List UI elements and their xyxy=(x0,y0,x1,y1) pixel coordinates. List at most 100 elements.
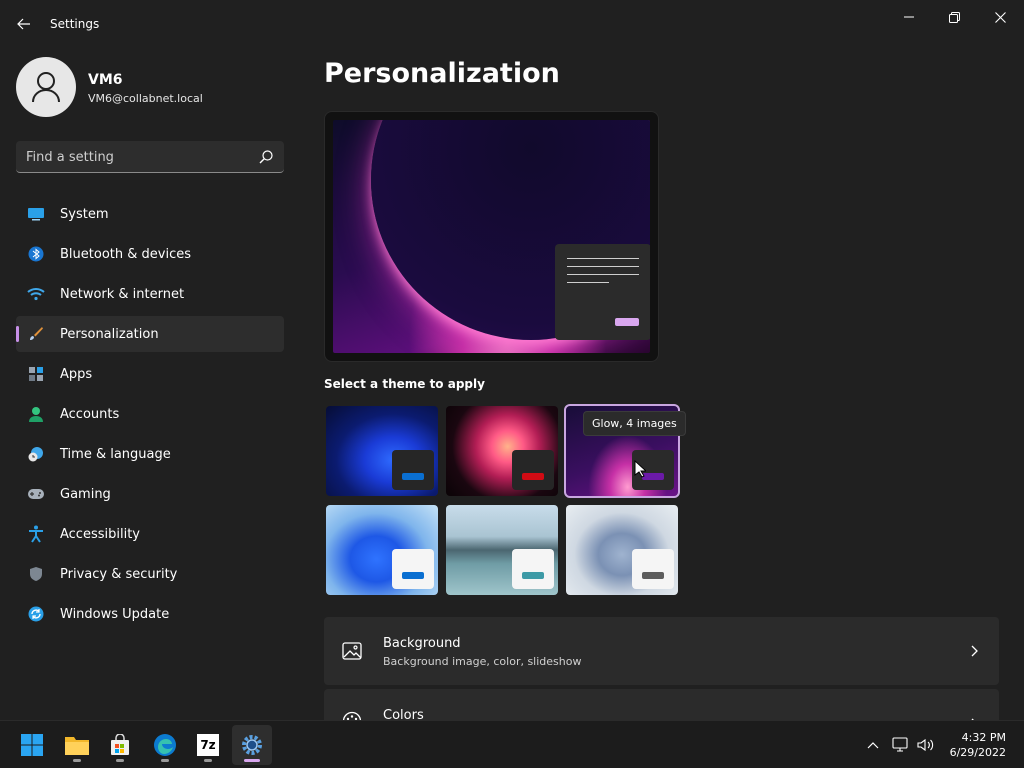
restore-button[interactable] xyxy=(938,8,970,26)
clock-date: 6/29/2022 xyxy=(949,746,1006,759)
accessibility-icon xyxy=(27,525,45,543)
show-hidden-icons-button[interactable] xyxy=(863,735,883,755)
sample-accent-button xyxy=(615,318,639,326)
sample-line xyxy=(567,258,639,259)
sidebar-nav: System Bluetooth & devices Network & int… xyxy=(16,196,284,636)
theme-flow[interactable] xyxy=(566,505,678,595)
running-indicator xyxy=(116,759,124,762)
close-button[interactable] xyxy=(984,8,1016,26)
gamepad-icon xyxy=(27,485,45,503)
theme-windows-light[interactable] xyxy=(326,505,438,595)
store-icon xyxy=(111,734,129,755)
theme-captured-motion[interactable] xyxy=(446,406,558,496)
close-icon xyxy=(994,11,1006,23)
search-box[interactable] xyxy=(16,141,284,173)
arrow-left-icon xyxy=(17,18,30,30)
theme-accent-bar xyxy=(522,572,544,579)
taskbar-7zip[interactable]: 7z xyxy=(188,725,228,765)
taskbar-edge[interactable] xyxy=(145,725,185,765)
system-icon xyxy=(27,205,45,223)
network-icon xyxy=(892,737,908,752)
title-bar: Settings xyxy=(0,0,1024,48)
7zip-label: 7z xyxy=(200,738,216,752)
sidebar-item-privacy[interactable]: Privacy & security xyxy=(16,556,284,592)
background-setting-row[interactable]: Background Background image, color, slid… xyxy=(324,617,999,685)
sidebar-item-label: System xyxy=(60,206,109,222)
sidebar-item-bluetooth[interactable]: Bluetooth & devices xyxy=(16,236,284,272)
sample-line xyxy=(567,282,609,283)
restore-icon xyxy=(948,11,960,23)
theme-accent-bar xyxy=(522,473,544,480)
sidebar-item-label: Accessibility xyxy=(60,526,140,542)
sample-line xyxy=(567,266,639,267)
page-title: Personalization xyxy=(324,58,560,89)
taskbar-store[interactable] xyxy=(100,725,140,765)
theme-accent-bar xyxy=(402,473,424,480)
theme-sunrise[interactable] xyxy=(446,505,558,595)
theme-window-sample xyxy=(632,549,674,589)
taskbar: 7z 4:32 PM 6/29/2022 xyxy=(0,720,1024,768)
person-icon xyxy=(32,72,60,103)
back-button[interactable] xyxy=(12,12,36,36)
network-status[interactable] xyxy=(891,735,911,755)
wallpaper-preview xyxy=(333,120,650,353)
sidebar-item-gaming[interactable]: Gaming xyxy=(16,476,284,512)
search-input[interactable] xyxy=(26,147,251,167)
sidebar-item-network[interactable]: Network & internet xyxy=(16,276,284,312)
app-title: Settings xyxy=(50,17,100,31)
sidebar-item-label: Network & internet xyxy=(60,286,185,302)
sample-window xyxy=(555,244,650,340)
running-indicator xyxy=(204,759,212,762)
theme-preview xyxy=(324,111,659,362)
sidebar-item-accounts[interactable]: Accounts xyxy=(16,396,284,432)
sidebar-item-personalization[interactable]: Personalization xyxy=(16,316,284,352)
row-subtitle: Background image, color, slideshow xyxy=(383,655,582,668)
user-email: VM6@collabnet.local xyxy=(88,92,203,105)
speaker-icon xyxy=(917,738,934,752)
brush-icon xyxy=(27,325,45,343)
sidebar-item-label: Privacy & security xyxy=(60,566,178,582)
chevron-up-icon xyxy=(867,742,879,749)
start-button[interactable] xyxy=(12,725,52,765)
theme-window-sample xyxy=(512,450,554,490)
sidebar-item-label: Apps xyxy=(60,366,93,382)
chevron-right-icon xyxy=(971,645,978,657)
shield-icon xyxy=(27,565,45,583)
sample-line xyxy=(567,274,639,275)
sidebar-item-label: Windows Update xyxy=(60,606,170,622)
theme-windows-dark[interactable] xyxy=(326,406,438,496)
volume-control[interactable] xyxy=(916,735,936,755)
running-indicator xyxy=(161,759,169,762)
theme-window-sample xyxy=(392,450,434,490)
theme-tooltip: Glow, 4 images xyxy=(583,411,686,436)
sidebar-item-accessibility[interactable]: Accessibility xyxy=(16,516,284,552)
7zip-icon: 7z xyxy=(197,734,219,756)
minimize-button[interactable] xyxy=(893,8,925,26)
search-icon[interactable] xyxy=(258,149,274,165)
settings-icon xyxy=(242,735,262,755)
edge-icon xyxy=(154,734,176,756)
file-explorer-icon xyxy=(65,737,89,755)
taskbar-file-explorer[interactable] xyxy=(57,725,97,765)
sidebar-item-apps[interactable]: Apps xyxy=(16,356,284,392)
update-icon xyxy=(27,605,45,623)
theme-window-sample xyxy=(392,549,434,589)
wifi-icon xyxy=(27,285,45,303)
taskbar-clock[interactable]: 4:32 PM 6/29/2022 xyxy=(946,730,1006,760)
running-indicator xyxy=(244,759,260,762)
theme-window-sample xyxy=(512,549,554,589)
sidebar-item-windows-update[interactable]: Windows Update xyxy=(16,596,284,632)
sidebar-item-label: Gaming xyxy=(60,486,111,502)
sidebar-item-label: Personalization xyxy=(60,326,159,342)
theme-section-label: Select a theme to apply xyxy=(324,377,485,391)
clock-globe-icon xyxy=(27,445,45,463)
sidebar-item-label: Accounts xyxy=(60,406,120,422)
mouse-cursor-icon xyxy=(634,460,646,478)
sidebar-item-time-language[interactable]: Time & language xyxy=(16,436,284,472)
avatar[interactable] xyxy=(16,57,76,117)
sidebar-item-label: Time & language xyxy=(60,446,171,462)
sidebar-item-system[interactable]: System xyxy=(16,196,284,232)
image-icon xyxy=(342,642,362,660)
taskbar-settings[interactable] xyxy=(232,725,272,765)
user-name: VM6 xyxy=(88,72,123,88)
